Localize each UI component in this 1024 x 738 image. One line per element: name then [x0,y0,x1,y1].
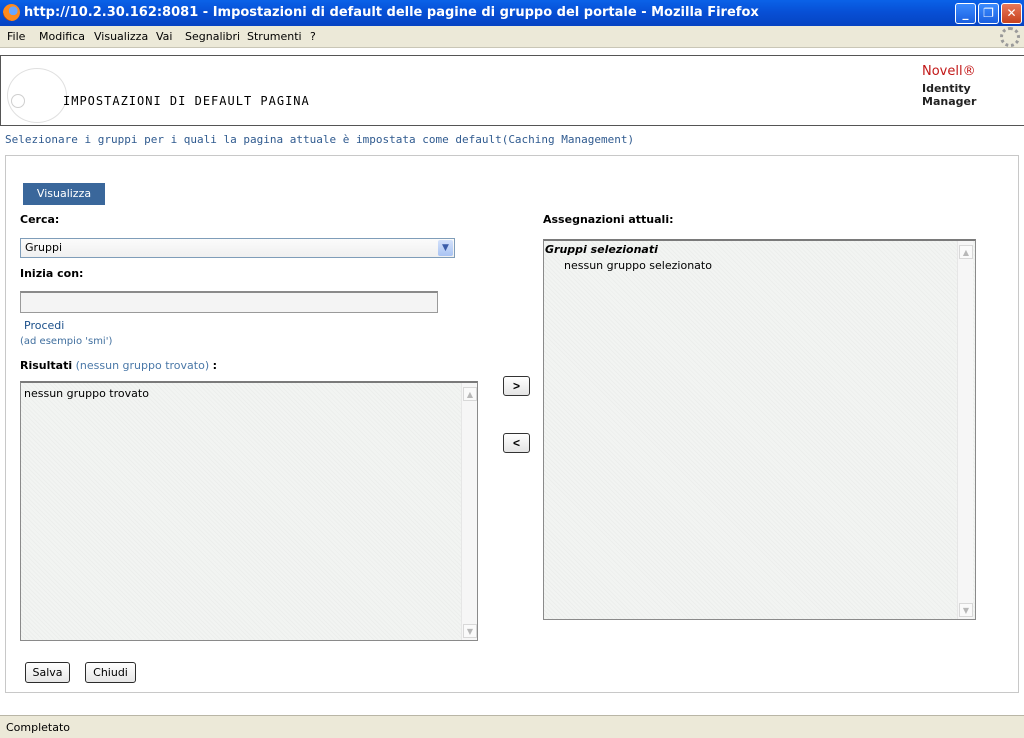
scroll-up-icon[interactable]: ▲ [463,387,477,401]
list-item[interactable]: nessun gruppo trovato [24,387,149,400]
status-text: Completato [6,721,71,734]
remove-group-button[interactable]: < [503,433,530,453]
assignments-label: Assegnazioni attuali: [543,213,674,226]
menu-file[interactable]: File [7,30,25,43]
menu-segnalibri[interactable]: Segnalibri [185,30,240,43]
close-window-button[interactable]: ✕ [1001,3,1022,24]
results-listbox[interactable]: nessun gruppo trovato ▲ ▼ [20,381,478,641]
page-subtitle: Selezionare i gruppi per i quali la pagi… [5,133,635,146]
starts-with-input[interactable] [20,291,438,313]
activity-throbber-icon [1000,27,1020,47]
page-header: IMPOSTAZIONI DI DEFAULT PAGINA Novell® I… [0,55,1024,126]
menu-vai[interactable]: Vai [156,30,172,43]
minimize-button[interactable]: _ [955,3,976,24]
restore-button[interactable]: ❐ [978,3,999,24]
scroll-down-icon[interactable]: ▼ [959,603,973,617]
firefox-icon [3,4,20,21]
search-label: Cerca: [20,213,60,226]
search-type-select[interactable]: Gruppi ▼ [20,238,455,258]
page-title: IMPOSTAZIONI DI DEFAULT PAGINA [63,94,310,108]
menu-strumenti[interactable]: Strumenti [247,30,302,43]
window-titlebar: http://10.2.30.162:8081 - Impostazioni d… [0,0,1024,26]
window-title: http://10.2.30.162:8081 - Impostazioni d… [24,5,759,20]
results-title: Risultati [20,359,73,372]
menu-visualizza[interactable]: Visualizza [94,30,148,43]
save-button[interactable]: Salva [25,662,70,683]
search-type-value: Gruppi [25,241,63,254]
list-item[interactable]: nessun gruppo selezionato [564,259,712,272]
product-name: Identity Manager [922,82,977,108]
assignments-listbox[interactable]: Gruppi selezionati nessun gruppo selezio… [543,239,976,620]
scroll-down-icon[interactable]: ▼ [463,624,477,638]
close-button[interactable]: Chiudi [85,662,136,683]
novell-logo: Novell® [922,64,976,79]
results-colon: : [212,359,218,372]
starts-with-label: Inizia con: [20,267,84,280]
add-group-button[interactable]: > [503,376,530,396]
results-count: (nessun gruppo trovato) [75,359,210,372]
gear-dot-icon [11,94,25,108]
assignments-scrollbar[interactable]: ▲ ▼ [957,241,973,619]
results-label: Risultati (nessun gruppo trovato) : [20,359,217,372]
chevron-down-icon[interactable]: ▼ [438,240,453,256]
menu-help[interactable]: ? [310,30,316,43]
results-scrollbar[interactable]: ▲ ▼ [461,383,477,640]
scroll-up-icon[interactable]: ▲ [959,245,973,259]
status-bar: Completato [0,715,1024,738]
menu-modifica[interactable]: Modifica [39,30,85,43]
group-header: Gruppi selezionati [545,243,658,256]
menu-bar: File Modifica Visualizza Vai Segnalibri … [0,26,1024,48]
search-hint: (ad esempio 'smi') [20,336,113,347]
tab-visualizza[interactable]: Visualizza [23,183,105,205]
procedi-link[interactable]: Procedi [24,319,64,332]
